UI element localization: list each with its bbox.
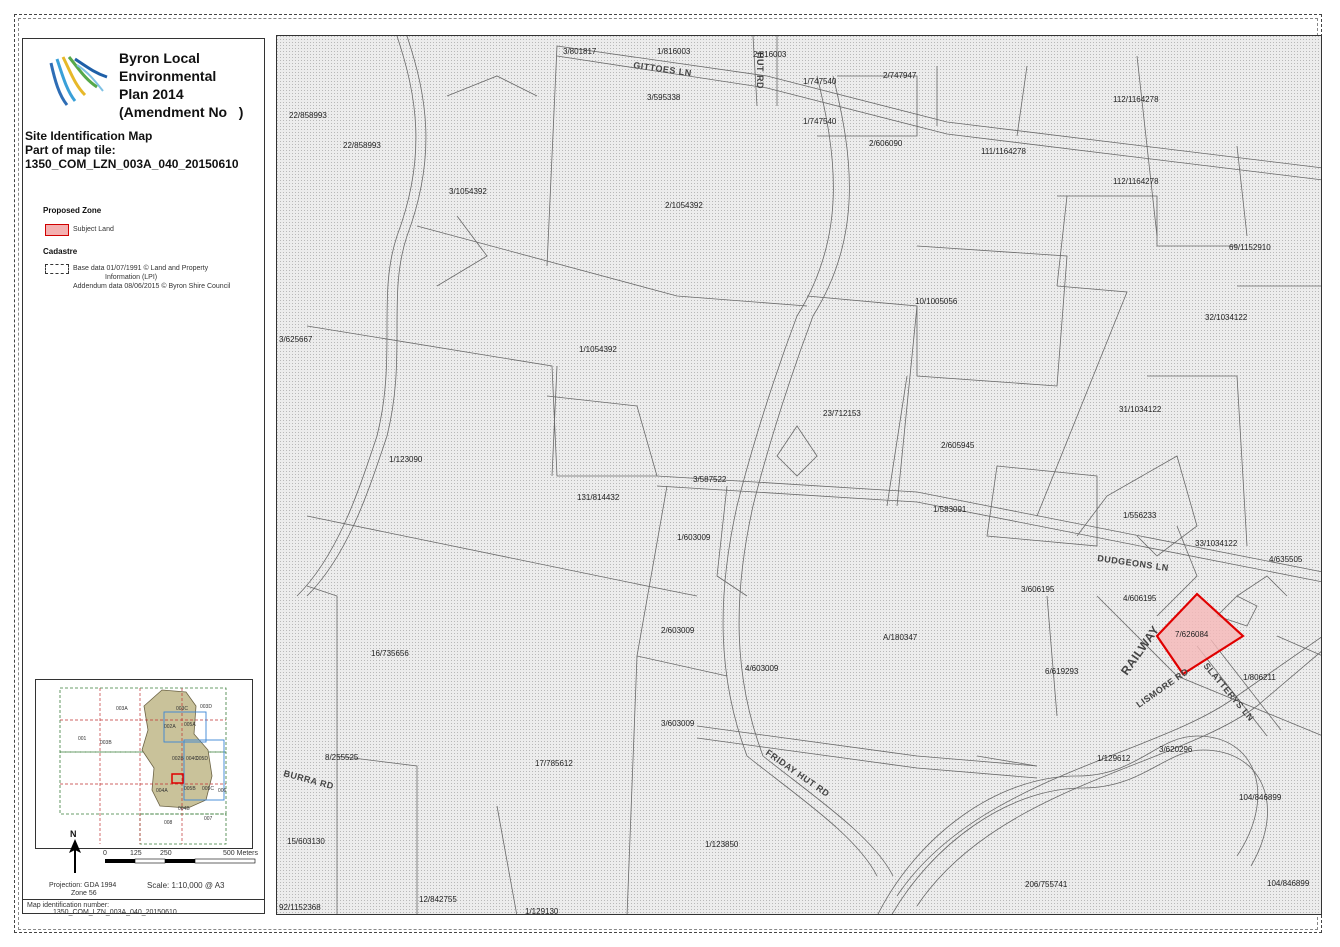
lot-label: 6/619293 xyxy=(1045,667,1079,676)
legend-zone-item: Subject Land xyxy=(73,226,114,233)
scale-text: Scale: 1:10,000 @ A3 xyxy=(147,881,225,890)
cadastre-swatch xyxy=(45,264,69,274)
lot-label: 8/255525 xyxy=(325,753,359,762)
lot-label: 2/747947 xyxy=(883,71,917,80)
lot-label: 1/129130 xyxy=(525,907,559,915)
tile-code: 1350_COM_LZN_003A_040_20150610 xyxy=(25,157,239,171)
lot-label: 32/1034122 xyxy=(1205,313,1248,322)
footer-line2: 1350_COM_LZN_003A_040_20150610 xyxy=(53,909,177,916)
inset-tile-label: 003A xyxy=(116,706,128,712)
lot-label: 16/735656 xyxy=(371,649,409,658)
lot-label: 1/816003 xyxy=(657,47,691,56)
inset-tile-label: 008 xyxy=(164,820,173,826)
map-heading: Site Identification Map xyxy=(25,129,153,143)
cadastral-map[interactable]: GITTOES LN HUT RD DUDGEONS LN RAILWAY LI… xyxy=(276,35,1322,915)
lot-label: 2/1054392 xyxy=(665,201,703,210)
lot-label: 1/123850 xyxy=(705,840,739,849)
lot-label: 112/1164278 xyxy=(1113,95,1159,104)
inset-tile-label: 005B xyxy=(184,786,196,792)
lot-label: 3/1054392 xyxy=(449,187,487,196)
north-arrow-icon xyxy=(69,839,81,873)
byron-shire-logo-icon xyxy=(49,56,108,106)
inset-tile-label: 001 xyxy=(78,736,87,742)
subject-land-swatch xyxy=(45,224,69,236)
lot-label: A/180347 xyxy=(883,633,918,642)
inset-tile-label: 007 xyxy=(204,816,213,822)
legend-cadastre-line3: Addendum data 08/06/2015 © Byron Shire C… xyxy=(73,283,231,290)
lot-label: 7/626084 xyxy=(1175,630,1209,639)
lot-label: 3/595338 xyxy=(647,93,681,102)
scale-tick-1: 125 xyxy=(130,850,142,857)
lot-label: 15/603130 xyxy=(287,837,325,846)
lot-label: 112/1164278 xyxy=(1113,177,1159,186)
lot-label: 3/603009 xyxy=(661,719,695,728)
lot-label: 3/587522 xyxy=(693,475,727,484)
inset-tile-label: 004B xyxy=(178,806,190,812)
map-title: Byron Local Environmental Plan 2014 (Ame… xyxy=(119,50,244,120)
lot-label: 1/603009 xyxy=(677,533,711,542)
lot-label: 104/846899 xyxy=(1239,793,1282,802)
inset-tile-label: 006 xyxy=(218,788,227,794)
lot-label: 111/1164278 xyxy=(981,147,1026,156)
inset-tile-label: 005A xyxy=(184,722,196,728)
lot-label: 22/858993 xyxy=(343,141,381,150)
lot-label: 3/801817 xyxy=(563,47,597,56)
lot-label: 3/606195 xyxy=(1021,585,1055,594)
tile-heading: Part of map tile: xyxy=(25,143,116,157)
inset-tile-label: 005D xyxy=(196,756,208,762)
lot-label: 1/556233 xyxy=(1123,511,1157,520)
scale-tick-4: 500 Meters xyxy=(223,850,259,857)
lot-label: 2/816003 xyxy=(753,50,787,59)
lot-label: 131/814432 xyxy=(577,493,620,502)
inset-tile-label: 003C xyxy=(176,706,188,712)
north-label: N xyxy=(70,829,77,839)
lot-label: 23/712153 xyxy=(823,409,861,418)
inset-tile-label: 003D xyxy=(200,704,212,710)
lot-label: 3/620296 xyxy=(1159,745,1193,754)
lot-label: 33/1034122 xyxy=(1195,539,1238,548)
inset-tile-label: 005C xyxy=(202,786,214,792)
legend-zone-heading: Proposed Zone xyxy=(43,206,102,215)
lot-label: 1/806211 xyxy=(1243,673,1276,682)
lot-label: 1/1054392 xyxy=(579,345,617,354)
lot-label: 31/1034122 xyxy=(1119,405,1162,414)
lot-label: 1/747540 xyxy=(803,77,837,86)
scale-tick-0: 0 xyxy=(103,850,107,857)
lot-label: 17/785612 xyxy=(535,759,573,768)
lot-label: 10/1005056 xyxy=(915,297,958,306)
lot-label: 4/603009 xyxy=(745,664,779,673)
lot-label: 2/605945 xyxy=(941,441,975,450)
lot-label: 1/747540 xyxy=(803,117,837,126)
lot-label: 2/606090 xyxy=(869,139,903,148)
lot-label: 1/123090 xyxy=(389,455,423,464)
inset-tile-label: 003B xyxy=(100,740,112,746)
lot-label: 206/755741 xyxy=(1025,880,1068,889)
legend-cadastre-line1: Base data 01/07/1991 © Land and Property xyxy=(73,265,209,272)
inset-tile-label: 002B xyxy=(172,756,184,762)
inset-tile-label: 004A xyxy=(156,788,168,794)
scale-tick-2: 250 xyxy=(160,850,172,857)
lot-label: 22/858993 xyxy=(289,111,327,120)
legend-cadastre-line2: Information (LPI) xyxy=(105,274,158,281)
footer-divider xyxy=(23,899,264,900)
lot-label: 1/129612 xyxy=(1097,754,1131,763)
legend-panel: Byron Local Environmental Plan 2014 (Ame… xyxy=(22,38,265,916)
legend-cadastre-heading: Cadastre xyxy=(43,247,78,256)
lot-label: 4/606195 xyxy=(1123,594,1157,603)
lot-label: 104/846899 xyxy=(1267,879,1310,888)
lot-label: 12/842755 xyxy=(419,895,457,904)
projection-line2: Zone 56 xyxy=(71,890,97,897)
lot-label: 92/1152368 xyxy=(279,903,321,912)
lot-label: 2/603009 xyxy=(661,626,695,635)
lot-label: 3/625667 xyxy=(279,335,313,344)
lot-label: 4/635505 xyxy=(1269,555,1303,564)
inset-tile-label: 002A xyxy=(164,724,176,730)
inset-locator-map: 003A 003B 003C 003D 001 002A 002B 004A 004B 004C 0… xyxy=(35,679,253,849)
lot-label: 69/1152910 xyxy=(1229,243,1271,252)
lot-label: 1/583091 xyxy=(933,505,967,514)
